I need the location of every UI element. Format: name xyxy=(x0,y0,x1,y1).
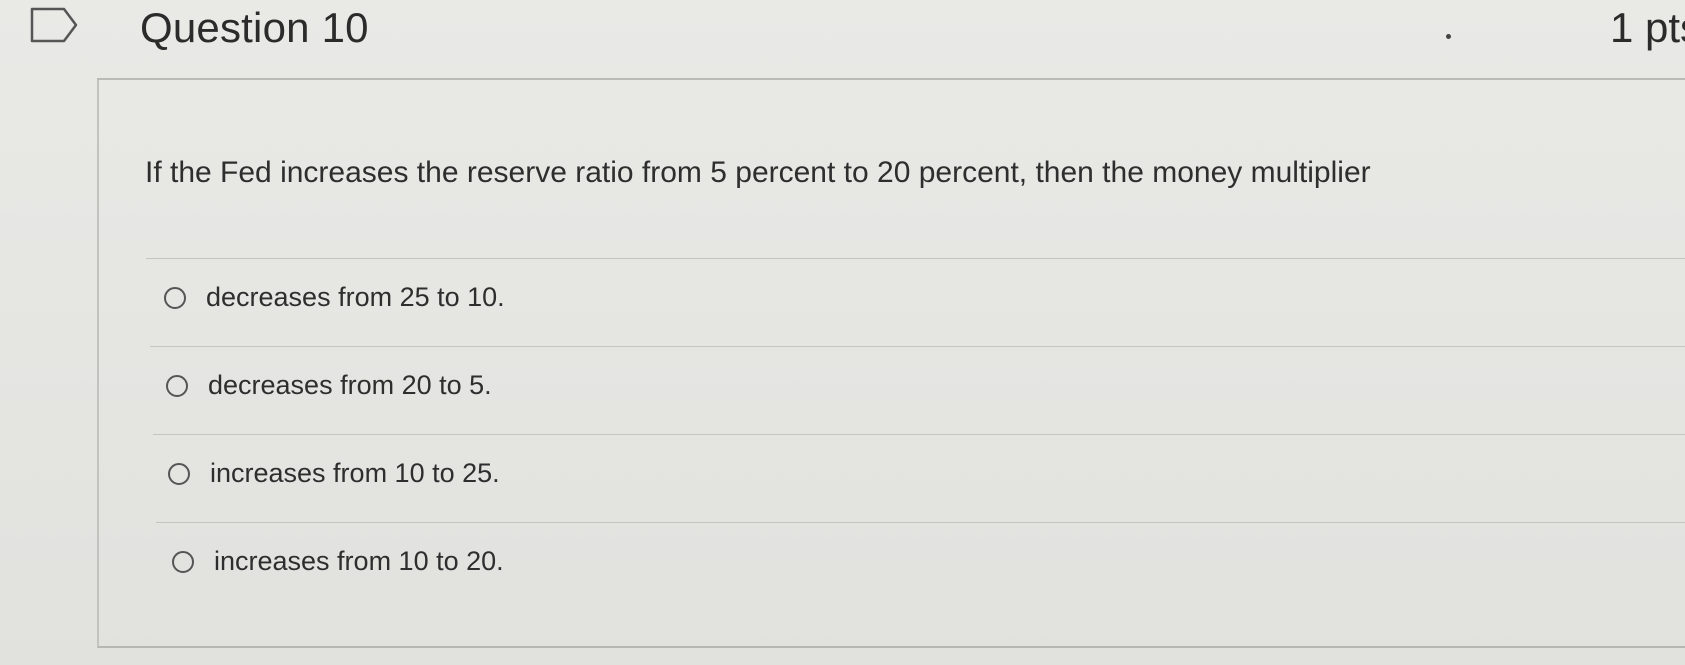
answer-divider xyxy=(153,434,1685,435)
answer-option[interactable]: increases from 10 to 25. xyxy=(168,458,500,489)
answer-label: increases from 10 to 20. xyxy=(214,546,504,576)
answer-divider xyxy=(150,346,1685,347)
answer-divider xyxy=(146,258,1685,259)
answer-divider xyxy=(156,522,1685,523)
radio-button[interactable] xyxy=(172,550,194,573)
radio-button[interactable] xyxy=(166,374,188,397)
speck xyxy=(1446,34,1451,39)
answer-label: decreases from 20 to 5. xyxy=(208,370,492,400)
radio-button[interactable] xyxy=(168,462,190,485)
answer-option[interactable]: decreases from 20 to 5. xyxy=(166,370,492,401)
answer-option[interactable]: decreases from 25 to 10. xyxy=(164,282,505,313)
question-prompt: If the Fed increases the reserve ratio f… xyxy=(145,156,1371,189)
answer-label: decreases from 25 to 10. xyxy=(206,282,505,312)
answer-option[interactable]: increases from 10 to 20. xyxy=(172,546,504,577)
flag-question-icon[interactable] xyxy=(30,6,80,44)
answer-label: increases from 10 to 25. xyxy=(210,458,500,488)
question-points: 1 pts xyxy=(1610,4,1685,51)
question-title: Question 10 xyxy=(140,4,369,51)
radio-button[interactable] xyxy=(164,286,186,309)
